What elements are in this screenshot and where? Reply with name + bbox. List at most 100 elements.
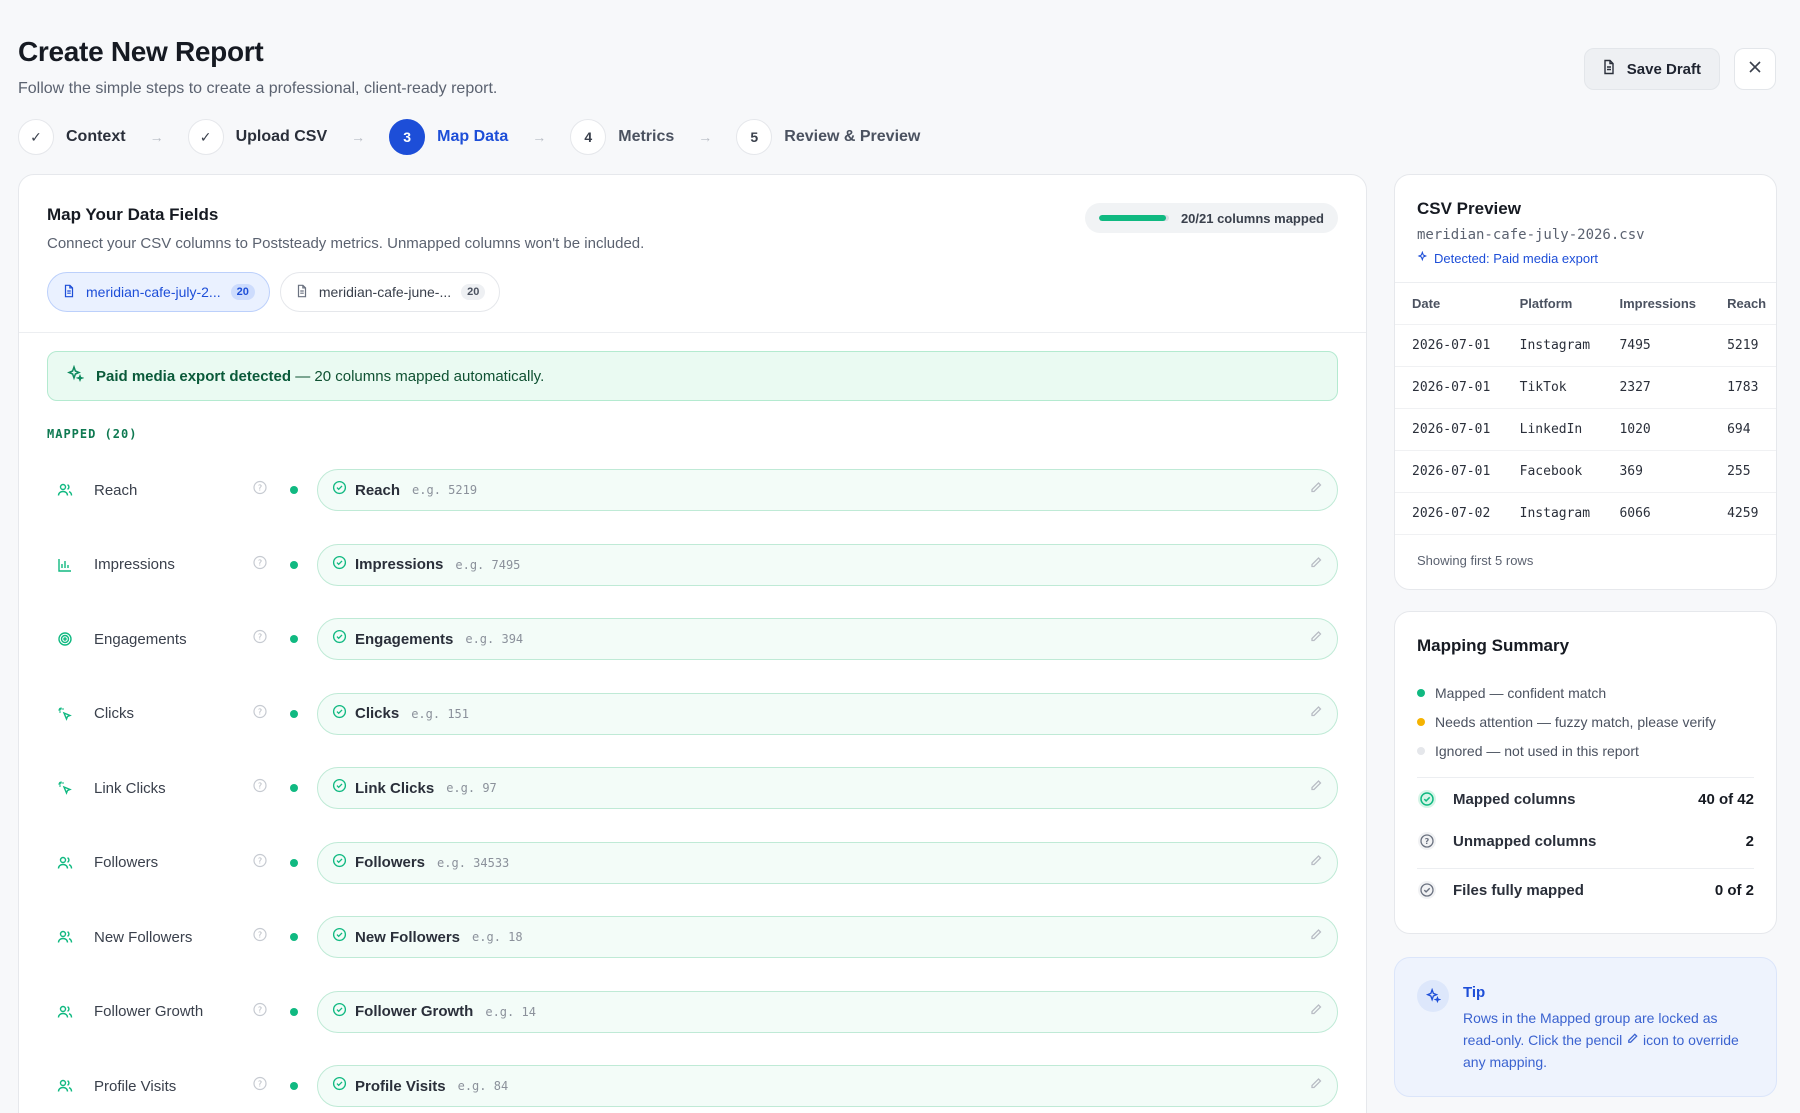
step-marker: ✓ <box>187 119 224 155</box>
mapped-column-name: Clicks <box>355 705 400 723</box>
status-dot <box>290 486 298 495</box>
help-circle-icon[interactable]: ? <box>253 928 267 947</box>
field-label-group: Profile Visits? <box>47 1049 317 1113</box>
count-badge: 20 <box>230 284 255 300</box>
arrow-right-icon: → <box>698 129 713 145</box>
csv-preview-card: CSV Preview meridian-cafe-july-2026.csv … <box>1394 174 1777 590</box>
step-label: Review & Preview <box>784 128 921 145</box>
page-title: Create New Report <box>18 36 264 67</box>
help-circle-icon: ? <box>1417 831 1437 851</box>
field-label-group: Follower Growth? <box>47 975 317 1050</box>
csv-cell: 7495 <box>1619 338 1651 353</box>
sparkles-icon <box>1417 980 1449 1012</box>
example-value: e.g. 5219 <box>412 483 478 498</box>
pencil-icon[interactable] <box>1309 481 1323 500</box>
mapped-column-name: Followers <box>355 854 426 872</box>
mapped-column-field[interactable]: New Followers e.g. 18 <box>317 916 1338 959</box>
mapped-column-field[interactable]: Followers e.g. 34533 <box>317 841 1338 884</box>
count-badge: 20 <box>461 284 486 300</box>
svg-text:?: ? <box>258 1005 262 1014</box>
step-review-preview[interactable]: 5 Review & Preview <box>736 119 920 155</box>
help-circle-icon[interactable]: ? <box>253 1002 267 1021</box>
csv-table: Date Platform Impressions Reach 2026-07-… <box>1395 282 1776 535</box>
field-name: Profile Visits <box>94 1077 177 1095</box>
pencil-icon[interactable] <box>1309 1077 1323 1096</box>
pencil-icon[interactable] <box>1309 779 1323 798</box>
pencil-icon[interactable] <box>1309 928 1323 947</box>
field-label-group: Clicks? <box>47 677 317 752</box>
mapped-column-field[interactable]: Profile Visits e.g. 84 <box>317 1065 1338 1108</box>
target-icon <box>50 624 80 654</box>
mapped-column-field[interactable]: Reach e.g. 5219 <box>317 469 1338 512</box>
mapping-row: Engagements? Engagements e.g. 394 <box>47 602 1338 677</box>
mapped-column-field[interactable]: Link Clicks e.g. 97 <box>317 767 1338 810</box>
svg-text:?: ? <box>258 633 262 642</box>
mapping-progress: 20/21 columns mapped <box>1084 203 1338 233</box>
file-tab-june[interactable]: meridian-cafe-june-... 20 <box>279 272 501 312</box>
example-value: e.g. 34533 <box>437 855 510 870</box>
check-circle-icon <box>332 778 347 798</box>
file-tab-label: meridian-cafe-june-... <box>318 284 452 300</box>
pencil-icon[interactable] <box>1309 630 1323 649</box>
field-label-group: Followers? <box>47 826 317 901</box>
users-icon <box>50 1071 80 1101</box>
csv-cell: 255 <box>1727 464 1751 479</box>
tip-text: Rows in the Mapped group are locked as r… <box>1463 1007 1754 1073</box>
legend-item: Needs attention — fuzzy match, please ve… <box>1417 707 1754 736</box>
close-button[interactable] <box>1734 48 1776 90</box>
step-metrics[interactable]: 4 Metrics <box>570 119 674 155</box>
pencil-icon <box>1626 1032 1639 1048</box>
csv-cell: 694 <box>1727 422 1751 437</box>
mapped-column-field[interactable]: Clicks e.g. 151 <box>317 692 1338 735</box>
check-circle-icon <box>1417 880 1437 900</box>
close-icon <box>1748 60 1762 79</box>
legend-dot <box>1417 688 1425 697</box>
summary-title: Mapping Summary <box>1417 636 1570 655</box>
csv-footer: Showing first 5 rows <box>1417 553 1534 568</box>
example-value: e.g. 18 <box>472 930 523 945</box>
legend-label: Mapped — confident match <box>1435 684 1607 701</box>
step-map-data[interactable]: 3 Map Data <box>389 119 508 155</box>
map-data-card: Map Your Data Fields Connect your CSV co… <box>18 174 1367 1113</box>
mapped-column-field[interactable]: Follower Growth e.g. 14 <box>317 990 1338 1033</box>
example-value: e.g. 394 <box>465 632 524 647</box>
mapped-column-name: Link Clicks <box>355 779 435 797</box>
csv-row: 2026-07-01 LinkedIn 1020 694 <box>1395 409 1776 451</box>
status-dot <box>290 784 298 793</box>
csv-detected: Detected: Paid media export <box>1417 250 1754 266</box>
help-circle-icon[interactable]: ? <box>253 630 267 649</box>
csv-cell: 2026-07-01 <box>1412 422 1491 437</box>
stat-mapped-columns: Mapped columns 40 of 42 <box>1417 778 1754 820</box>
csv-cell: Instagram <box>1519 506 1591 521</box>
pencil-icon[interactable] <box>1309 1002 1323 1021</box>
file-icon <box>295 284 309 301</box>
help-circle-icon[interactable]: ? <box>253 555 267 574</box>
mapped-column-name: Profile Visits <box>355 1077 446 1095</box>
tip-title: Tip <box>1463 984 1486 1001</box>
mapped-column-field[interactable]: Impressions e.g. 7495 <box>317 543 1338 586</box>
save-draft-button[interactable]: Save Draft <box>1583 48 1720 90</box>
pencil-icon[interactable] <box>1309 704 1323 723</box>
help-circle-icon[interactable]: ? <box>253 853 267 872</box>
field-label-group: Impressions? <box>47 528 317 603</box>
help-circle-icon[interactable]: ? <box>253 779 267 798</box>
help-circle-icon[interactable]: ? <box>253 1077 267 1096</box>
check-circle-icon <box>332 853 347 873</box>
pencil-icon[interactable] <box>1309 555 1323 574</box>
arrow-right-icon: → <box>149 129 164 145</box>
cursor-click-icon <box>50 773 80 803</box>
csv-cell: 2026-07-01 <box>1412 380 1491 395</box>
step-upload-csv[interactable]: ✓ Upload CSV <box>187 119 327 155</box>
banner-rest: — 20 columns mapped automatically. <box>291 367 545 385</box>
csv-cell: 2026-07-02 <box>1412 506 1491 521</box>
file-tab-july[interactable]: meridian-cafe-july-2... 20 <box>47 272 270 312</box>
field-name: Followers <box>94 854 159 872</box>
stat-label: Unmapped columns <box>1453 832 1597 850</box>
csv-cell: 2026-07-01 <box>1412 338 1491 353</box>
mapped-column-field[interactable]: Engagements e.g. 394 <box>317 618 1338 661</box>
pencil-icon[interactable] <box>1309 853 1323 872</box>
mapping-rows: Reach? Reach e.g. 5219 Impressions? Impressi… <box>47 453 1338 1113</box>
help-circle-icon[interactable]: ? <box>253 704 267 723</box>
step-context[interactable]: ✓ Context <box>18 119 126 155</box>
help-circle-icon[interactable]: ? <box>253 481 267 500</box>
